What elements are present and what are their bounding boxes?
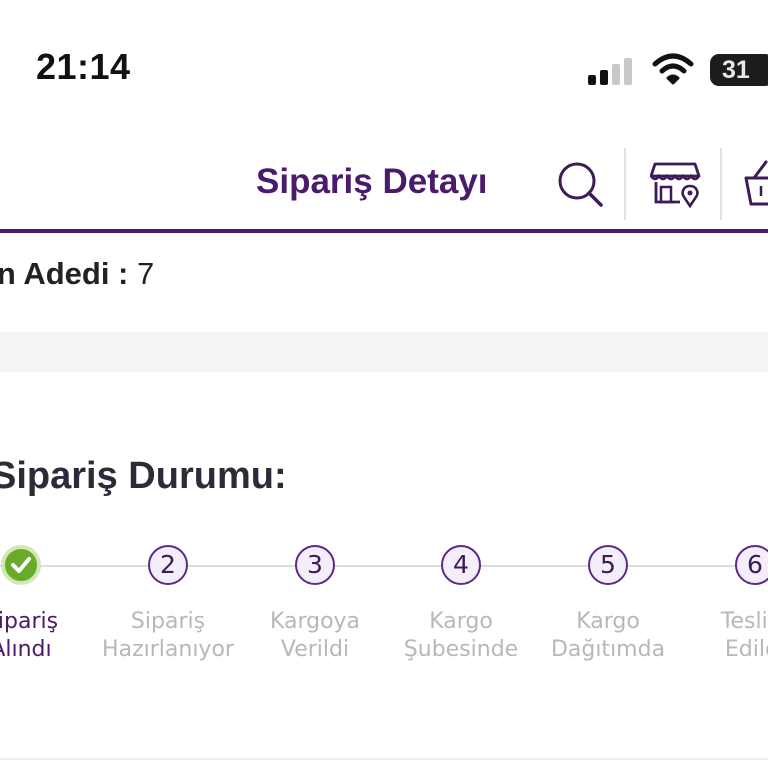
header-divider [624, 148, 626, 220]
step-marker-5: 5 [588, 545, 628, 585]
product-count-value: 7 [137, 256, 155, 291]
step-marker-4: 4 [441, 545, 481, 585]
cart-icon[interactable] [744, 158, 768, 208]
step-label-teslim-edildi: Teslim Edildi [720, 609, 768, 662]
section-divider [0, 758, 768, 760]
step-completed-check-icon [1, 545, 41, 585]
step-marker-3: 3 [295, 545, 335, 585]
product-count: ün Adedi : 7 [0, 256, 154, 292]
header-divider [720, 148, 722, 220]
section-separator [0, 332, 768, 372]
order-status-heading: Sipariş Durumu: [0, 455, 287, 497]
step-label-kargo-subesinde: Kargo Şubesinde [403, 609, 519, 662]
step-label-siparis-alindi: Sipariş Alındı [0, 609, 59, 662]
step-marker-6: 6 [735, 545, 768, 585]
page-title: Sipariş Detayı [256, 162, 488, 201]
wifi-icon [652, 53, 694, 85]
search-icon[interactable] [556, 160, 604, 208]
step-label-kargoya-verildi: Kargoya Verildi [269, 609, 361, 662]
product-count-label: ün Adedi : [0, 256, 129, 291]
store-location-icon[interactable] [650, 158, 702, 208]
step-label-kargo-dagitimda: Kargo Dağıtımda [550, 609, 666, 662]
cellular-signal-icon [588, 57, 636, 85]
progress-track [0, 565, 768, 567]
step-marker-2: 2 [148, 545, 188, 585]
battery-level: 31 [722, 56, 750, 84]
step-label-siparis-hazirlaniyor: Sipariş Hazırlanıyor [102, 609, 234, 662]
order-detail-screen: 21:14 31 Sipariş Detayı ün Adedi : 7 [0, 0, 768, 768]
header-underline [0, 229, 768, 233]
status-time: 21:14 [36, 46, 131, 87]
